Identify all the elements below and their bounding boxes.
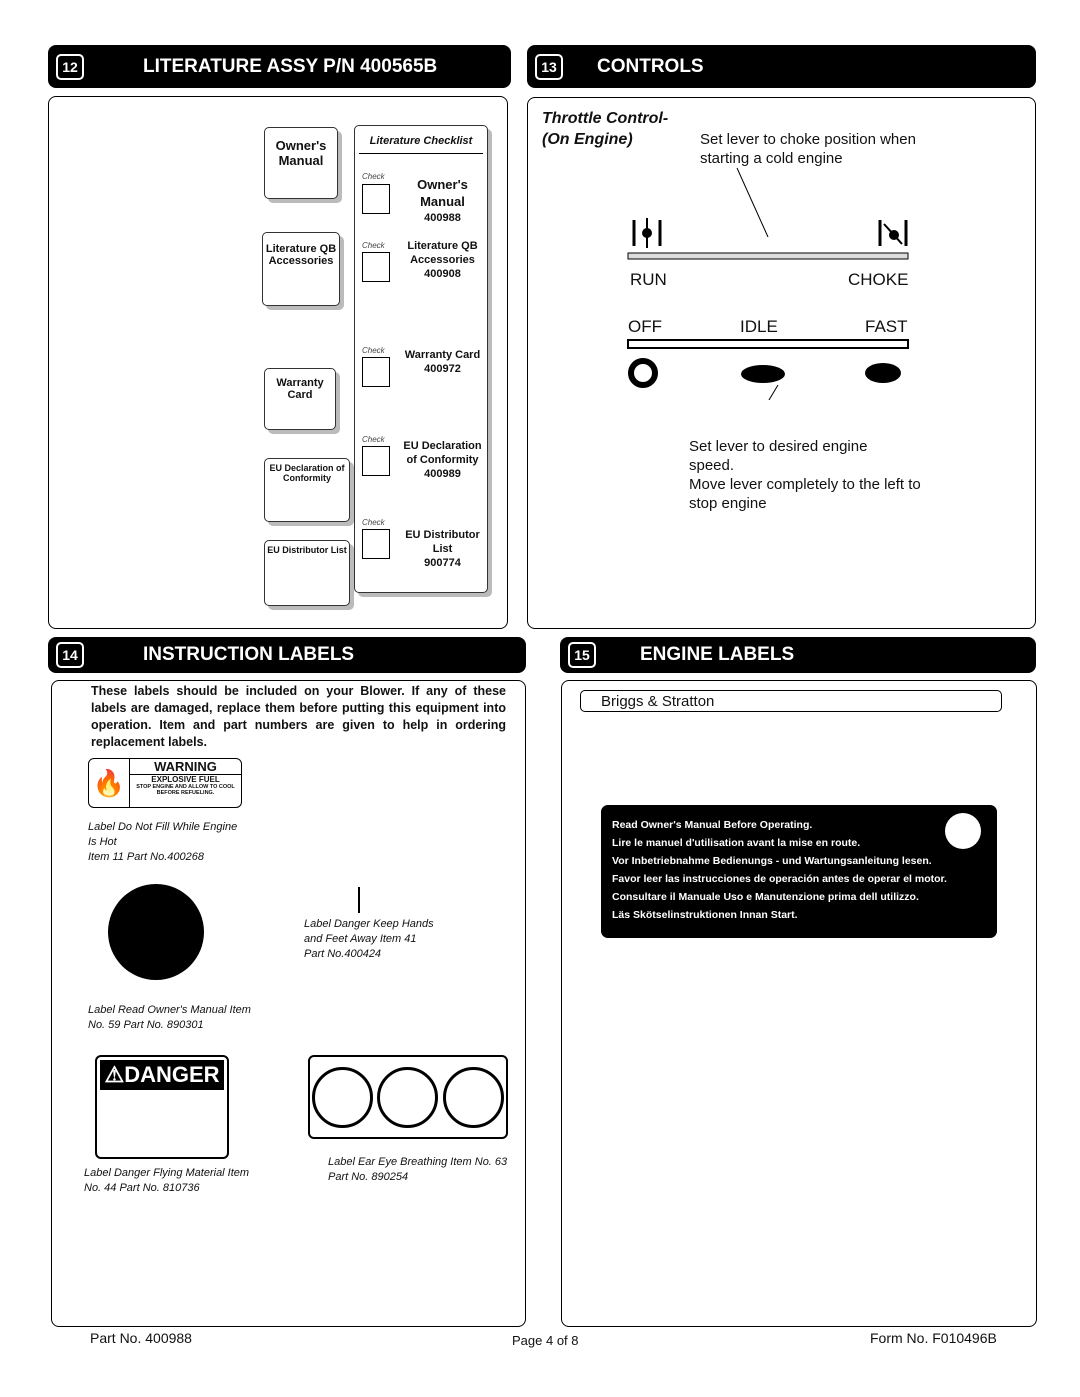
- stop-note: Move lever completely to the left to sto…: [689, 476, 921, 512]
- leader-line: [736, 167, 769, 238]
- card-warranty: Warranty Card: [264, 368, 336, 430]
- card-owners-manual: Owner's Manual: [264, 127, 338, 199]
- danger-label: ⚠DANGER: [95, 1055, 229, 1159]
- section-13-header: 13 CONTROLS: [527, 45, 1036, 88]
- section-title: ENGINE LABELS: [640, 644, 795, 665]
- section-number: 13: [535, 53, 563, 80]
- section-12-header: 12 LITERATURE ASSY P/N 400565B: [48, 45, 511, 88]
- item-owners-manual: Owner's Manual 400988: [417, 177, 468, 224]
- label-line: Read Owner's Manual Before Operating.: [612, 819, 813, 831]
- section-number: 15: [568, 642, 596, 668]
- warning-label: 🔥 WARNING EXPLOSIVE FUEL STOP ENGINE AND…: [88, 758, 242, 808]
- run-icon: [632, 218, 662, 248]
- footer-form-number: Form No. F010496B: [870, 1330, 997, 1346]
- fire-icon: 🔥: [89, 759, 130, 807]
- speed-note: Set lever to desired engine speed.: [689, 438, 868, 474]
- check-label: Check: [362, 172, 385, 181]
- checkbox-warranty[interactable]: [362, 357, 390, 387]
- page: 12 LITERATURE ASSY P/N 400565B Owner's M…: [0, 0, 1080, 1397]
- section-number: 14: [56, 642, 84, 668]
- item-eu-distributor: EU Distributor List 900774: [405, 529, 480, 569]
- engine-read-manual-label: Read Owner's Manual Before Operating. Li…: [601, 805, 997, 938]
- warning-sub: EXPLOSIVE FUEL: [130, 774, 241, 784]
- label-line: Vor Inbetriebnahme Bedienungs - und Wart…: [612, 855, 932, 867]
- check-label: Check: [362, 241, 385, 250]
- breathing-protection-icon: [442, 1066, 504, 1128]
- throttle-heading: Throttle Control- (On Engine): [542, 110, 669, 148]
- checklist-title: Literature Checklist: [359, 126, 483, 154]
- off-label: OFF: [628, 317, 662, 336]
- speed-lever-track: [627, 339, 909, 349]
- fast-label: FAST: [865, 317, 908, 336]
- turtle-icon: [741, 365, 785, 383]
- check-label: Check: [362, 518, 385, 527]
- checkbox-literature-qb[interactable]: [362, 252, 390, 282]
- instructions-intro: These labels should be included on your …: [91, 684, 506, 749]
- footer-part-number: Part No. 400988: [90, 1330, 192, 1346]
- warning-caption: Label Do Not Fill While Engine Is Hot It…: [88, 821, 238, 863]
- item-literature-qb: Literature QB Accessories 400908: [407, 240, 478, 280]
- ear-eye-caption: Label Ear Eye Breathing Item No. 63 Part…: [328, 1156, 508, 1183]
- warning-text: STOP ENGINE AND ALLOW TO COOL BEFORE REF…: [136, 784, 235, 796]
- section-title: CONTROLS: [597, 55, 704, 77]
- card-literature-qb: Literature QB Accessories: [262, 232, 340, 306]
- read-manual-caption: Label Read Owner's Manual Item No. 59 Pa…: [88, 1004, 251, 1031]
- section-number: 12: [56, 53, 84, 80]
- choke-label: CHOKE: [848, 270, 909, 289]
- danger-keep-caption: Label Danger Keep Hands and Feet Away It…: [304, 918, 434, 960]
- card-eu-distributor: EU Distributor List: [264, 540, 350, 606]
- item-warranty: Warranty Card 400972: [404, 349, 481, 375]
- checkbox-owners-manual[interactable]: [362, 184, 390, 214]
- ear-eye-breathing-label: [308, 1055, 508, 1139]
- card-eu-declaration: EU Declaration of Conformity: [264, 458, 350, 522]
- section-title: INSTRUCTION LABELS: [143, 644, 355, 665]
- run-label: RUN: [630, 270, 667, 289]
- label-line: Consultare il Manuale Uso e Manutenzione…: [612, 891, 919, 903]
- leader-line: [358, 887, 360, 913]
- idle-label: IDLE: [740, 317, 778, 336]
- choke-lever-track: [627, 252, 909, 260]
- section-title: LITERATURE ASSY P/N 400565B: [143, 55, 438, 77]
- check-label: Check: [362, 346, 385, 355]
- engine-manufacturer-field: Briggs & Stratton: [580, 690, 1002, 712]
- choke-icon: [878, 220, 908, 246]
- off-stop-icon: [628, 358, 658, 388]
- leader-line: [768, 384, 779, 400]
- item-eu-declaration: EU Declaration of Conformity 400989: [403, 440, 482, 480]
- section-15-header: 15 ENGINE LABELS: [560, 637, 1036, 673]
- checkbox-eu-declaration[interactable]: [362, 446, 390, 476]
- rabbit-icon: [865, 363, 901, 383]
- eye-protection-icon: [377, 1066, 439, 1128]
- danger-caption: Label Danger Flying Material Item No. 44…: [84, 1167, 250, 1194]
- read-manual-icon: [108, 884, 204, 980]
- footer-page: Page 4 of 8: [512, 1333, 579, 1348]
- read-manual-icon: [945, 813, 981, 849]
- section-14-header: 14 INSTRUCTION LABELS: [48, 637, 526, 673]
- ear-protection-icon: [312, 1066, 374, 1128]
- engine-box: [561, 680, 1037, 1327]
- label-line: Lire le manuel d'utilisation avant la mi…: [612, 837, 861, 849]
- label-line: Favor leer las instrucciones de operació…: [612, 873, 947, 885]
- warning-title: WARNING: [154, 759, 217, 774]
- check-label: Check: [362, 435, 385, 444]
- danger-title: ⚠DANGER: [100, 1060, 224, 1090]
- label-line: Läs Skötselinstruktionen Innan Start.: [612, 909, 798, 921]
- checkbox-eu-distributor[interactable]: [362, 529, 390, 559]
